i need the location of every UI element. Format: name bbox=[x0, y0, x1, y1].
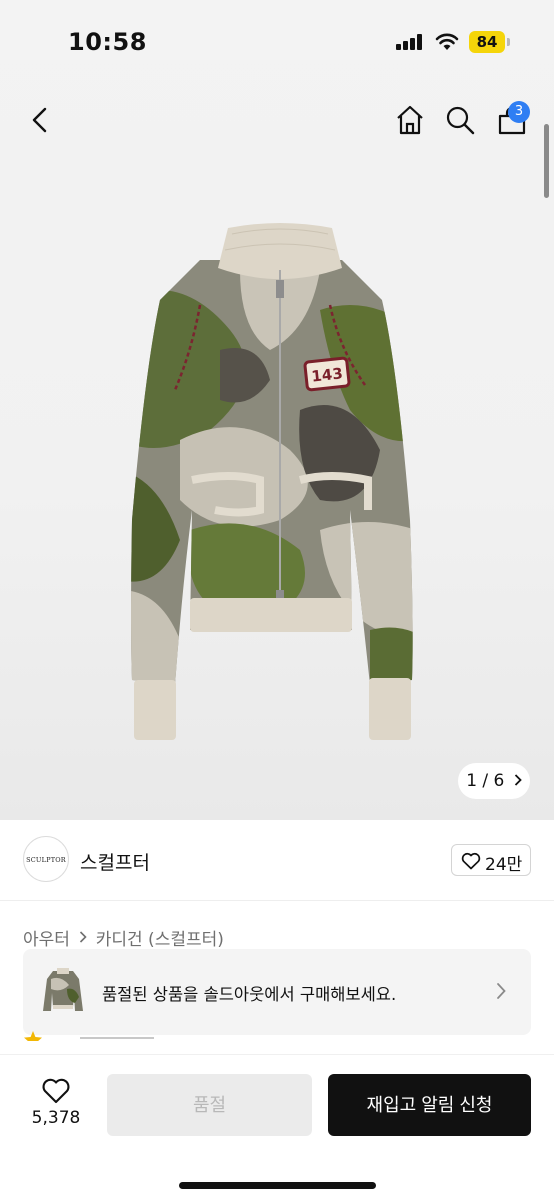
product-gallery[interactable]: 10:58 84 3 143 1 / 6 bbox=[0, 0, 554, 820]
restock-alert-button[interactable]: 재입고 알림 신청 bbox=[328, 1074, 531, 1136]
breadcrumb: 아우터 카디건 (스컬프터) bbox=[23, 925, 224, 950]
bottom-action-bar: 5,378 품절 재입고 알림 신청 bbox=[0, 1054, 554, 1200]
brand-row: SCULPTOR 스컬프터 24만 bbox=[0, 822, 554, 898]
chevron-left-icon[interactable] bbox=[28, 106, 52, 134]
battery-cap bbox=[507, 38, 510, 46]
status-time: 10:58 bbox=[68, 28, 147, 56]
product-thumbnail bbox=[41, 965, 85, 1019]
soldout-banner-text: 품절된 상품을 솔드아웃에서 구매해보세요. bbox=[102, 985, 397, 1004]
wishlist-count: 5,378 bbox=[31, 1108, 81, 1128]
breadcrumb-item-cardigan[interactable]: 카디건 (스컬프터) bbox=[96, 925, 224, 950]
breadcrumb-item-outer[interactable]: 아우터 bbox=[23, 925, 70, 950]
star-icon bbox=[24, 1031, 42, 1041]
search-icon[interactable] bbox=[445, 105, 475, 135]
battery-indicator: 84 bbox=[469, 31, 505, 53]
chevron-right-icon bbox=[79, 928, 87, 948]
pager-text: 1 / 6 bbox=[466, 771, 505, 791]
brand-name[interactable]: 스컬프터 bbox=[80, 848, 150, 875]
chevron-right-icon bbox=[497, 983, 506, 999]
cart-count-badge: 3 bbox=[508, 101, 530, 123]
brand-logo[interactable]: SCULPTOR bbox=[23, 836, 69, 882]
heart-icon bbox=[461, 852, 481, 870]
brand-like-count: 24만 bbox=[485, 855, 523, 875]
home-icon[interactable] bbox=[394, 104, 426, 136]
chevron-right-icon bbox=[514, 763, 522, 799]
product-photo: 143 bbox=[131, 223, 413, 740]
scrollbar[interactable] bbox=[544, 124, 549, 198]
wifi-icon bbox=[435, 33, 459, 50]
soldout-promo-banner[interactable]: 품절된 상품을 솔드아웃에서 구매해보세요. bbox=[23, 949, 531, 1035]
soldout-button[interactable]: 품절 bbox=[107, 1074, 312, 1136]
home-indicator bbox=[179, 1182, 376, 1189]
status-bar: 10:58 84 bbox=[0, 0, 554, 84]
partial-underline bbox=[80, 1037, 154, 1039]
brand-like-button[interactable]: 24만 bbox=[451, 844, 531, 876]
gallery-pager[interactable]: 1 / 6 bbox=[458, 763, 530, 799]
patch-number: 143 bbox=[311, 364, 344, 385]
heart-icon bbox=[42, 1078, 70, 1104]
wishlist-button[interactable]: 5,378 bbox=[26, 1075, 86, 1131]
signal-icon bbox=[396, 34, 424, 50]
section-divider bbox=[0, 900, 554, 901]
